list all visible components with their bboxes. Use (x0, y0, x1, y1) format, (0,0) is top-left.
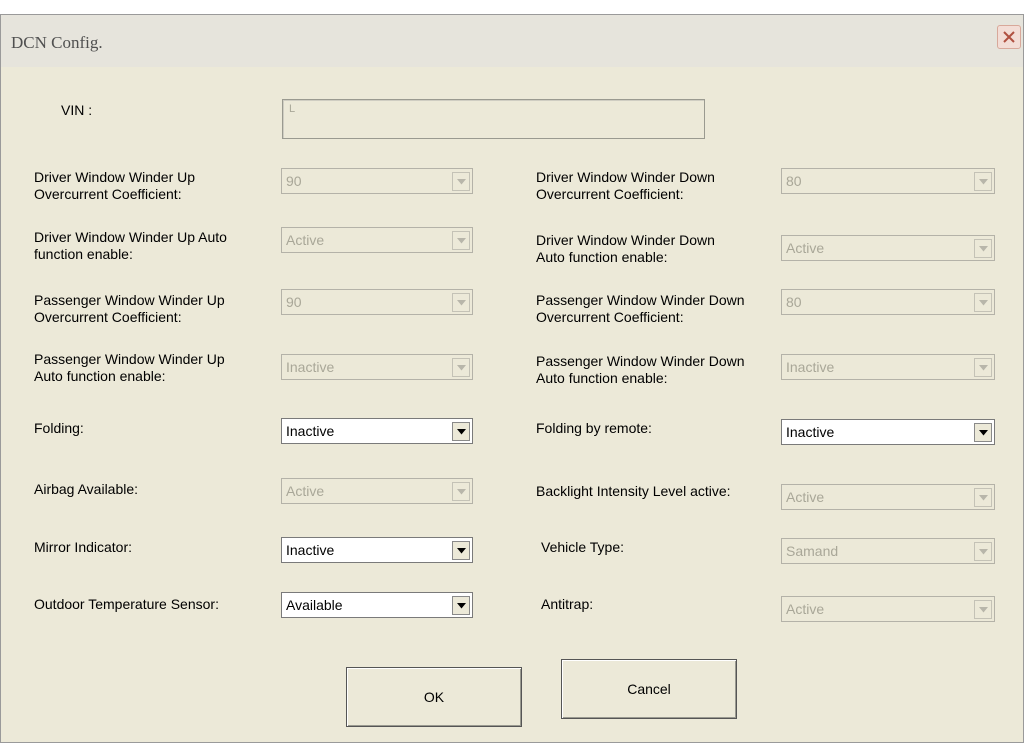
chevron-down-icon (974, 172, 992, 191)
vehicle-type-value: Samand (786, 543, 839, 559)
passenger-up-overcurrent-value: 90 (286, 294, 302, 310)
chevron-down-icon (452, 293, 470, 312)
antitrap-value: Active (786, 601, 825, 617)
passenger-down-overcurrent-value: 80 (786, 294, 802, 310)
folding-value: Inactive (286, 423, 335, 439)
chevron-down-icon (452, 231, 470, 250)
chevron-down-icon[interactable] (974, 423, 992, 442)
cancel-button[interactable]: Cancel (561, 659, 737, 719)
chevron-down-icon[interactable] (452, 596, 470, 615)
close-button[interactable] (997, 25, 1021, 49)
window-title: DCN Config. (11, 33, 103, 52)
driver-down-auto-label: Driver Window Winder Down Auto function … (536, 232, 715, 265)
driver-down-overcurrent-select: 80 (781, 168, 995, 194)
antitrap-select: Active (781, 596, 995, 622)
driver-up-overcurrent-value: 90 (286, 173, 302, 189)
driver-up-overcurrent-label: Driver Window Winder Up Overcurrent Coef… (34, 169, 196, 202)
passenger-up-auto-label: Passenger Window Winder Up Auto function… (34, 351, 225, 384)
passenger-down-auto-value: Inactive (786, 359, 835, 375)
vin-value: L (289, 103, 296, 115)
chevron-down-icon (974, 358, 992, 377)
driver-up-overcurrent-select: 90 (281, 168, 473, 194)
chevron-down-icon (452, 482, 470, 501)
title-bar: DCN Config. (1, 15, 1023, 67)
mirror-indicator-value: Inactive (286, 542, 335, 558)
driver-down-overcurrent-label: Driver Window Winder Down Overcurrent Co… (536, 169, 715, 202)
vehicle-type-label: Vehicle Type: (541, 539, 625, 555)
passenger-up-auto-select: Inactive (281, 354, 473, 380)
outdoor-temp-sensor-label: Outdoor Temperature Sensor: (34, 596, 219, 612)
outdoor-temp-sensor-value: Available (286, 597, 343, 613)
folding-by-remote-label: Folding by remote: (536, 420, 652, 436)
mirror-indicator-select[interactable]: Inactive (281, 537, 473, 563)
passenger-up-overcurrent-select: 90 (281, 289, 473, 315)
driver-down-auto-value: Active (786, 240, 825, 256)
driver-down-auto-select: Active (781, 235, 995, 261)
airbag-available-value: Active (286, 483, 325, 499)
driver-up-auto-select: Active (281, 227, 473, 253)
chevron-down-icon[interactable] (452, 541, 470, 560)
chevron-down-icon (974, 293, 992, 312)
passenger-down-auto-label: Passenger Window Winder Down Auto functi… (536, 353, 745, 386)
vin-label: VIN : (61, 102, 93, 118)
close-icon (1002, 30, 1016, 44)
airbag-available-select: Active (281, 478, 473, 504)
chevron-down-icon (974, 542, 992, 561)
chevron-down-icon (452, 172, 470, 191)
backlight-intensity-label: Backlight Intensity Level active: (536, 483, 731, 499)
vin-field: L (282, 99, 705, 139)
outdoor-temp-sensor-select[interactable]: Available (281, 592, 473, 618)
chevron-down-icon (452, 358, 470, 377)
antitrap-label: Antitrap: (541, 596, 594, 612)
airbag-available-label: Airbag Available: (34, 481, 139, 497)
backlight-intensity-value: Active (786, 489, 825, 505)
backlight-intensity-select: Active (781, 484, 995, 510)
passenger-down-overcurrent-label: Passenger Window Winder Down Overcurrent… (536, 292, 745, 325)
chevron-down-icon (974, 239, 992, 258)
driver-down-overcurrent-value: 80 (786, 173, 802, 189)
folding-by-remote-select[interactable]: Inactive (781, 419, 995, 445)
driver-up-auto-value: Active (286, 232, 325, 248)
mirror-indicator-label: Mirror Indicator: (34, 539, 133, 555)
driver-up-auto-label: Driver Window Winder Up Auto function en… (34, 229, 227, 262)
chevron-down-icon[interactable] (452, 422, 470, 441)
vehicle-type-select: Samand (781, 538, 995, 564)
chevron-down-icon (974, 488, 992, 507)
passenger-up-overcurrent-label: Passenger Window Winder Up Overcurrent C… (34, 292, 225, 325)
folding-label: Folding: (34, 420, 84, 436)
ok-button[interactable]: OK (346, 667, 522, 727)
chevron-down-icon (974, 600, 992, 619)
passenger-down-auto-select: Inactive (781, 354, 995, 380)
passenger-up-auto-value: Inactive (286, 359, 335, 375)
folding-select[interactable]: Inactive (281, 418, 473, 444)
passenger-down-overcurrent-select: 80 (781, 289, 995, 315)
dcn-config-dialog: DCN Config. VIN : L Driver Window Winder… (0, 14, 1024, 743)
folding-by-remote-value: Inactive (786, 424, 835, 440)
